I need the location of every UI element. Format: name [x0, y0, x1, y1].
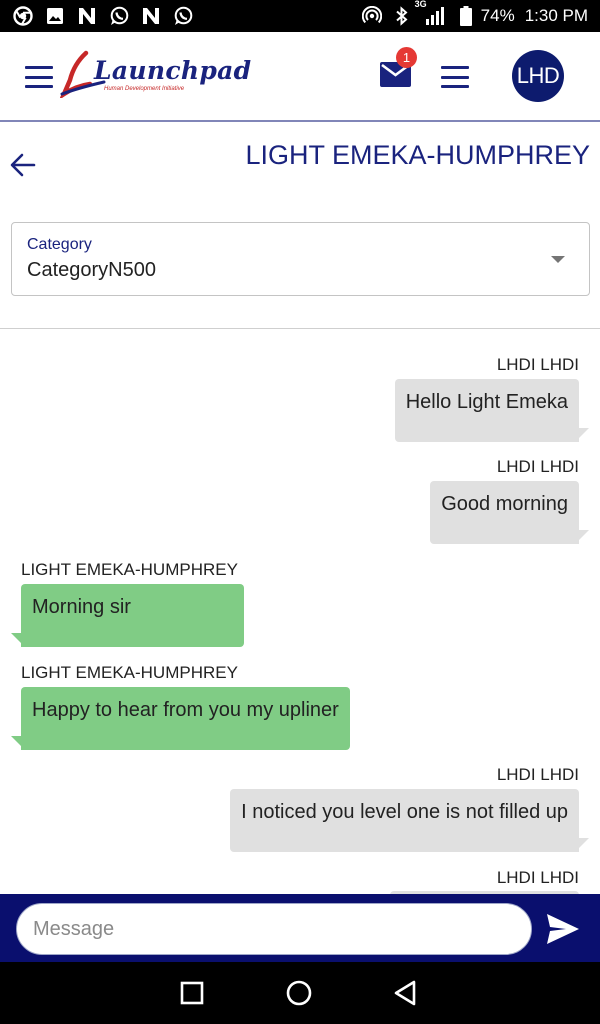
category-value: CategoryN500 [27, 259, 156, 281]
send-icon [547, 914, 579, 944]
battery-percent: 74% [480, 6, 515, 25]
logo-tagline: Human Development Initiative [104, 86, 185, 92]
send-button[interactable] [546, 913, 580, 945]
chrome-icon [12, 5, 34, 27]
bubble-tail [575, 838, 589, 852]
notification-icons [12, 5, 194, 27]
category-label: Category [27, 236, 92, 253]
hotspot-icon [361, 5, 383, 27]
message-input[interactable] [16, 903, 532, 955]
category-select[interactable]: Category CategoryN500 [11, 222, 590, 296]
dropdown-caret-icon [551, 256, 565, 263]
screen: 3G 74% 1:30 PM Launchpad Human Developme… [0, 0, 600, 1024]
system-indicators: 3G 74% 1:30 PM [361, 0, 588, 27]
more-menu-icon[interactable] [441, 66, 469, 88]
page-title: LIGHT EMEKA-HUMPHREY [245, 140, 590, 170]
message-bubble-incoming[interactable]: Morning sir [21, 584, 244, 647]
message-sender: LHDI LHDI [496, 355, 579, 374]
message-sender: LHDI LHDI [496, 868, 579, 887]
mail-unread-badge: 1 [396, 47, 417, 68]
logo-wordmark: Launchpad [94, 56, 252, 85]
avatar[interactable]: LHD [512, 50, 564, 102]
battery-icon [459, 5, 473, 27]
clock: 1:30 PM [524, 6, 588, 25]
message-bubble-outgoing[interactable]: Hello Light Emeka [394, 379, 579, 442]
message-sender: LHDI LHDI [496, 457, 579, 476]
bubble-tail [11, 736, 25, 750]
whatsapp-icon [172, 5, 194, 27]
signal-icon: 3G [415, 0, 451, 27]
bubble-tail [575, 428, 589, 442]
message-sender: LIGHT EMEKA-HUMPHREY [21, 560, 238, 579]
back-arrow-icon[interactable] [8, 150, 38, 180]
bluetooth-icon [391, 5, 413, 27]
network-type-label: 3G [414, 0, 427, 9]
back-icon[interactable] [390, 977, 422, 1009]
bubble-tail [575, 530, 589, 544]
recents-icon[interactable] [176, 977, 208, 1009]
launchpad-logo[interactable]: Launchpad Human Development Initiative [60, 50, 251, 100]
whatsapp-icon [108, 5, 130, 27]
section-divider [0, 328, 600, 329]
header-divider [0, 120, 600, 122]
home-icon[interactable] [283, 977, 315, 1009]
message-sender: LHDI LHDI [496, 765, 579, 784]
image-icon [44, 5, 66, 27]
message-bubble-incoming[interactable]: Happy to hear from you my upliner [21, 687, 350, 750]
menu-icon[interactable] [25, 66, 53, 88]
message-bubble-outgoing[interactable]: Good morning [430, 481, 579, 544]
message-sender: LIGHT EMEKA-HUMPHREY [21, 663, 238, 682]
bubble-tail [11, 633, 25, 647]
status-bar: 3G 74% 1:30 PM [0, 0, 600, 32]
n-app-icon [76, 5, 98, 27]
n-app-icon [140, 5, 162, 27]
message-bubble-outgoing[interactable]: I noticed you level one is not filled up [230, 789, 579, 852]
